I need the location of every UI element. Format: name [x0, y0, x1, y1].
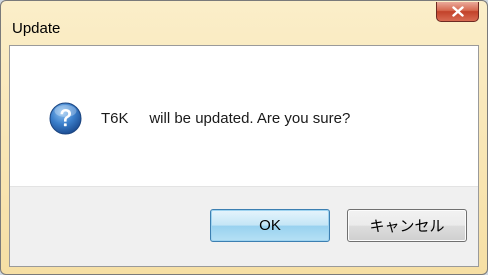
update-dialog: Update T6K will be updated. Are you sure… [0, 0, 488, 275]
button-bar: OK キャンセル [10, 186, 478, 266]
dialog-title: Update [12, 20, 61, 37]
close-icon [451, 6, 464, 17]
title-bar[interactable]: Update [1, 1, 487, 41]
question-icon [49, 102, 82, 135]
close-button[interactable] [436, 2, 479, 22]
ok-button[interactable]: OK [210, 209, 330, 242]
confirmation-message: T6K will be updated. Are you sure? [101, 110, 351, 127]
message-area: T6K will be updated. Are you sure? [10, 46, 478, 186]
dialog-content: T6K will be updated. Are you sure? OK キャ… [9, 45, 479, 267]
cancel-button[interactable]: キャンセル [347, 209, 467, 242]
